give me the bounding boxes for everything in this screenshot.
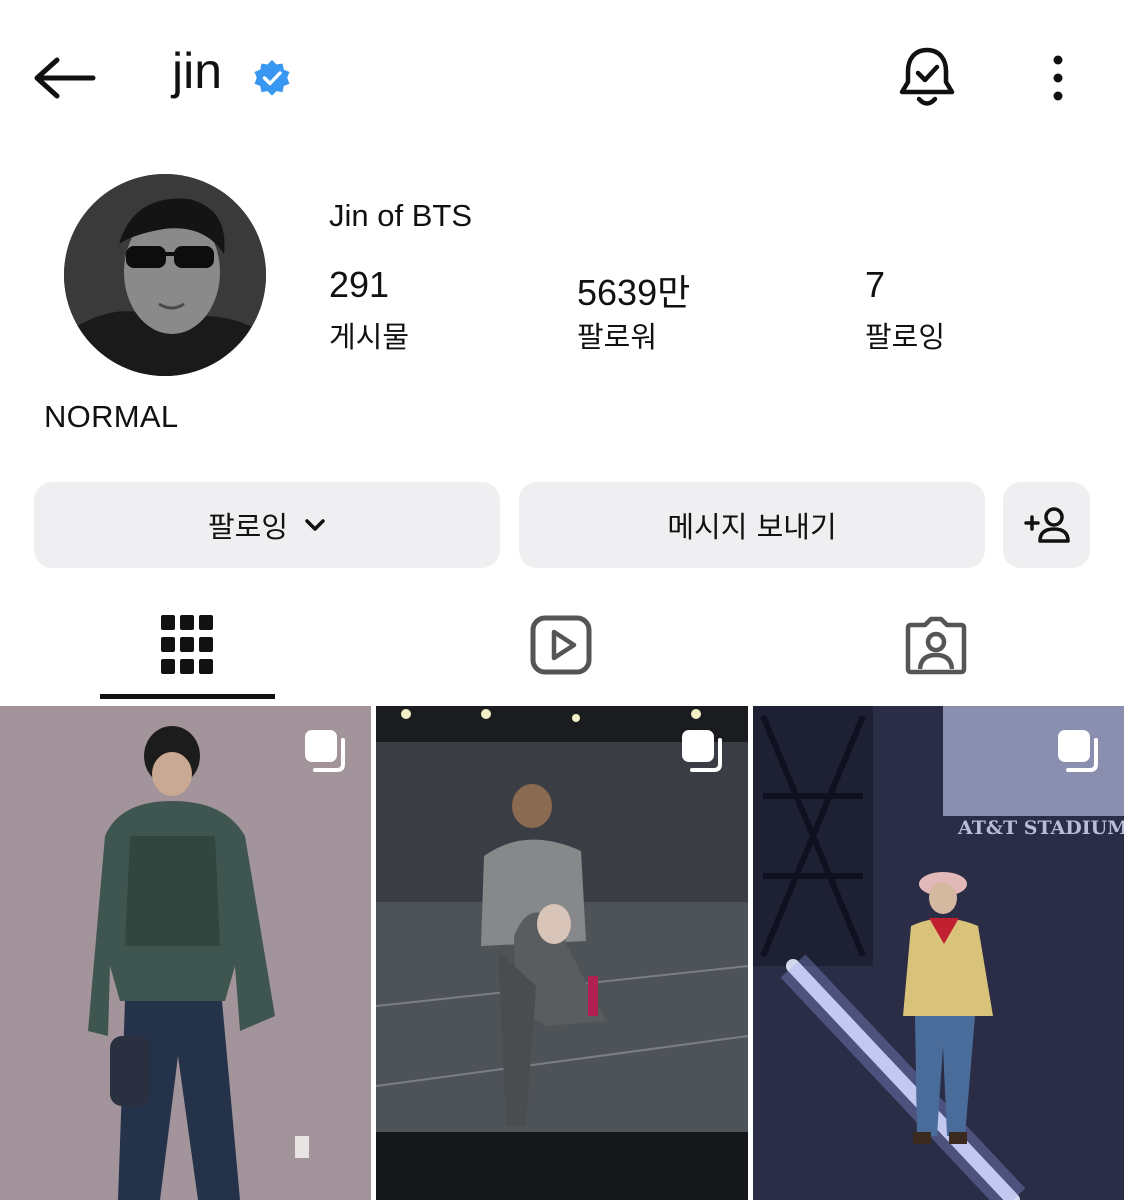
stadium-sign-text: AT&T STADIUM	[957, 817, 1124, 839]
tab-tagged[interactable]	[849, 590, 1023, 700]
carousel-icon	[305, 730, 345, 772]
arrow-left-icon	[34, 57, 96, 99]
profile-tabs	[0, 590, 1124, 700]
stat-following-label: 팔로잉	[865, 320, 946, 354]
post-thumbnail-1[interactable]	[0, 706, 371, 1200]
grid-icon	[161, 615, 213, 674]
top-bar: jin	[0, 0, 1124, 150]
tagged-person-icon	[905, 616, 967, 675]
stat-posts-label: 게시물	[329, 320, 410, 354]
bell-check-icon	[899, 47, 955, 106]
stat-following-value: 7	[865, 264, 886, 305]
post-thumbnail-3[interactable]: AT&T STADIUM	[753, 706, 1124, 1200]
post-thumbnail-2[interactable]	[376, 706, 748, 1200]
stat-posts-value: 291	[329, 264, 390, 305]
back-button[interactable]	[30, 50, 100, 106]
tab-reels[interactable]	[474, 590, 648, 700]
stat-followers[interactable]: 5639만 팔로워	[577, 264, 690, 356]
more-options-button[interactable]	[1038, 52, 1078, 104]
chevron-down-icon	[305, 519, 325, 531]
profile-username: jin	[172, 43, 223, 99]
active-tab-indicator	[100, 694, 275, 699]
more-vertical-icon	[1053, 55, 1063, 101]
send-message-label: 메시지 보내기	[667, 510, 837, 544]
stat-following[interactable]: 7 팔로잉	[865, 264, 945, 356]
carousel-icon	[682, 730, 722, 772]
stat-followers-label: 팔로워	[577, 320, 658, 354]
stat-posts[interactable]: 291 게시물	[329, 264, 409, 356]
tab-posts-grid[interactable]	[100, 590, 274, 700]
profile-avatar[interactable]	[64, 174, 266, 376]
send-message-button[interactable]: 메시지 보내기	[519, 482, 985, 568]
reels-icon	[530, 615, 592, 675]
carousel-icon	[1058, 730, 1098, 772]
profile-display-name: Jin of BTS	[329, 198, 472, 233]
verified-badge-icon	[254, 60, 290, 96]
profile-bio: NORMAL	[44, 399, 179, 434]
suggest-users-button[interactable]	[1003, 482, 1090, 568]
stat-followers-value: 5639만	[577, 272, 691, 313]
add-person-icon	[1023, 507, 1070, 543]
following-button[interactable]: 팔로잉	[34, 482, 500, 568]
notifications-button[interactable]	[896, 44, 958, 110]
following-button-label: 팔로잉	[207, 510, 289, 544]
